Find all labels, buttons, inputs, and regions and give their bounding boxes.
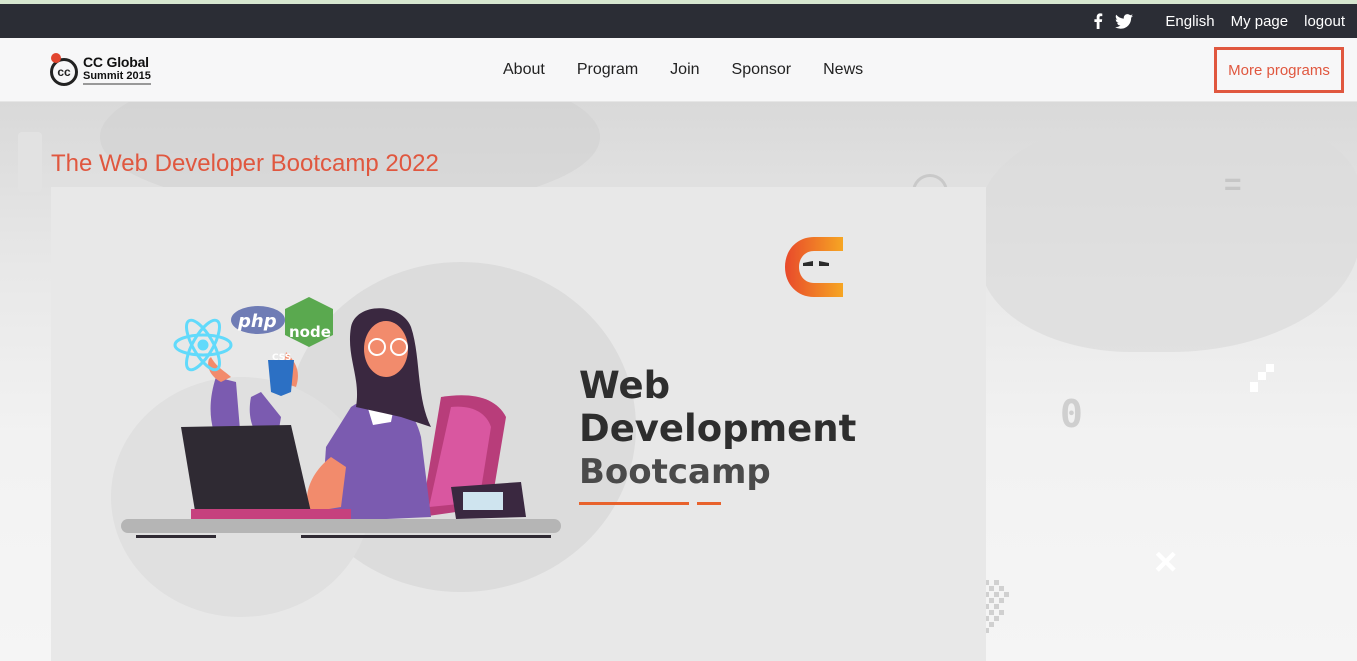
slider-left-handle[interactable] [18, 132, 42, 192]
logo-subtitle: Summit 2015 [83, 70, 151, 82]
nav-program[interactable]: Program [577, 61, 638, 79]
banner-heading-line2: Development [579, 407, 857, 450]
nav-about[interactable]: About [503, 61, 545, 79]
logo-title: CC Global [83, 54, 149, 70]
bg-blur-shape [980, 122, 1357, 352]
page-title: The Web Developer Bootcamp 2022 [51, 150, 439, 177]
nav-join[interactable]: Join [670, 61, 699, 79]
nav-news[interactable]: News [823, 61, 863, 79]
nav-sponsor[interactable]: Sponsor [732, 61, 792, 79]
more-programs-button[interactable]: More programs [1214, 47, 1344, 93]
php-badge-label: php [238, 311, 277, 332]
facebook-icon[interactable] [1093, 13, 1103, 29]
node-badge-label: node [289, 323, 331, 341]
main-navbar: cc CC Global Summit 2015 About Program J… [0, 38, 1357, 102]
logo-tagline-bar [83, 83, 151, 85]
social-links [1093, 13, 1134, 29]
site-logo[interactable]: cc CC Global Summit 2015 [50, 52, 160, 88]
banner-heading-line1: Web [579, 364, 671, 407]
zero-decoration-glyph: 0 [1060, 392, 1083, 436]
x-decoration-icon: × [1154, 540, 1178, 584]
developer-illustration [121, 297, 561, 538]
checker-decoration-icon [984, 580, 1009, 633]
banner-heading-line3: Bootcamp [579, 452, 771, 492]
banner-underline [697, 502, 721, 505]
top-utility-bar: English My page logout [0, 4, 1357, 38]
pixel-decoration-icon [1250, 364, 1274, 392]
coding-ninjas-logo-icon [785, 237, 843, 297]
course-banner-image[interactable]: php node CSS Web Development Bootcamp [51, 187, 986, 661]
css-badge-label: CSS [272, 353, 292, 363]
twitter-icon[interactable] [1115, 13, 1134, 29]
equals-decoration-icon: = [1224, 168, 1242, 201]
logo-dot [51, 53, 61, 63]
language-link[interactable]: English [1165, 13, 1214, 30]
primary-nav: About Program Join Sponsor News [503, 38, 863, 102]
banner-heading: Web Development Bootcamp [579, 365, 856, 493]
logout-link[interactable]: logout [1304, 13, 1345, 30]
banner-underline [579, 502, 689, 505]
my-page-link[interactable]: My page [1231, 13, 1289, 30]
